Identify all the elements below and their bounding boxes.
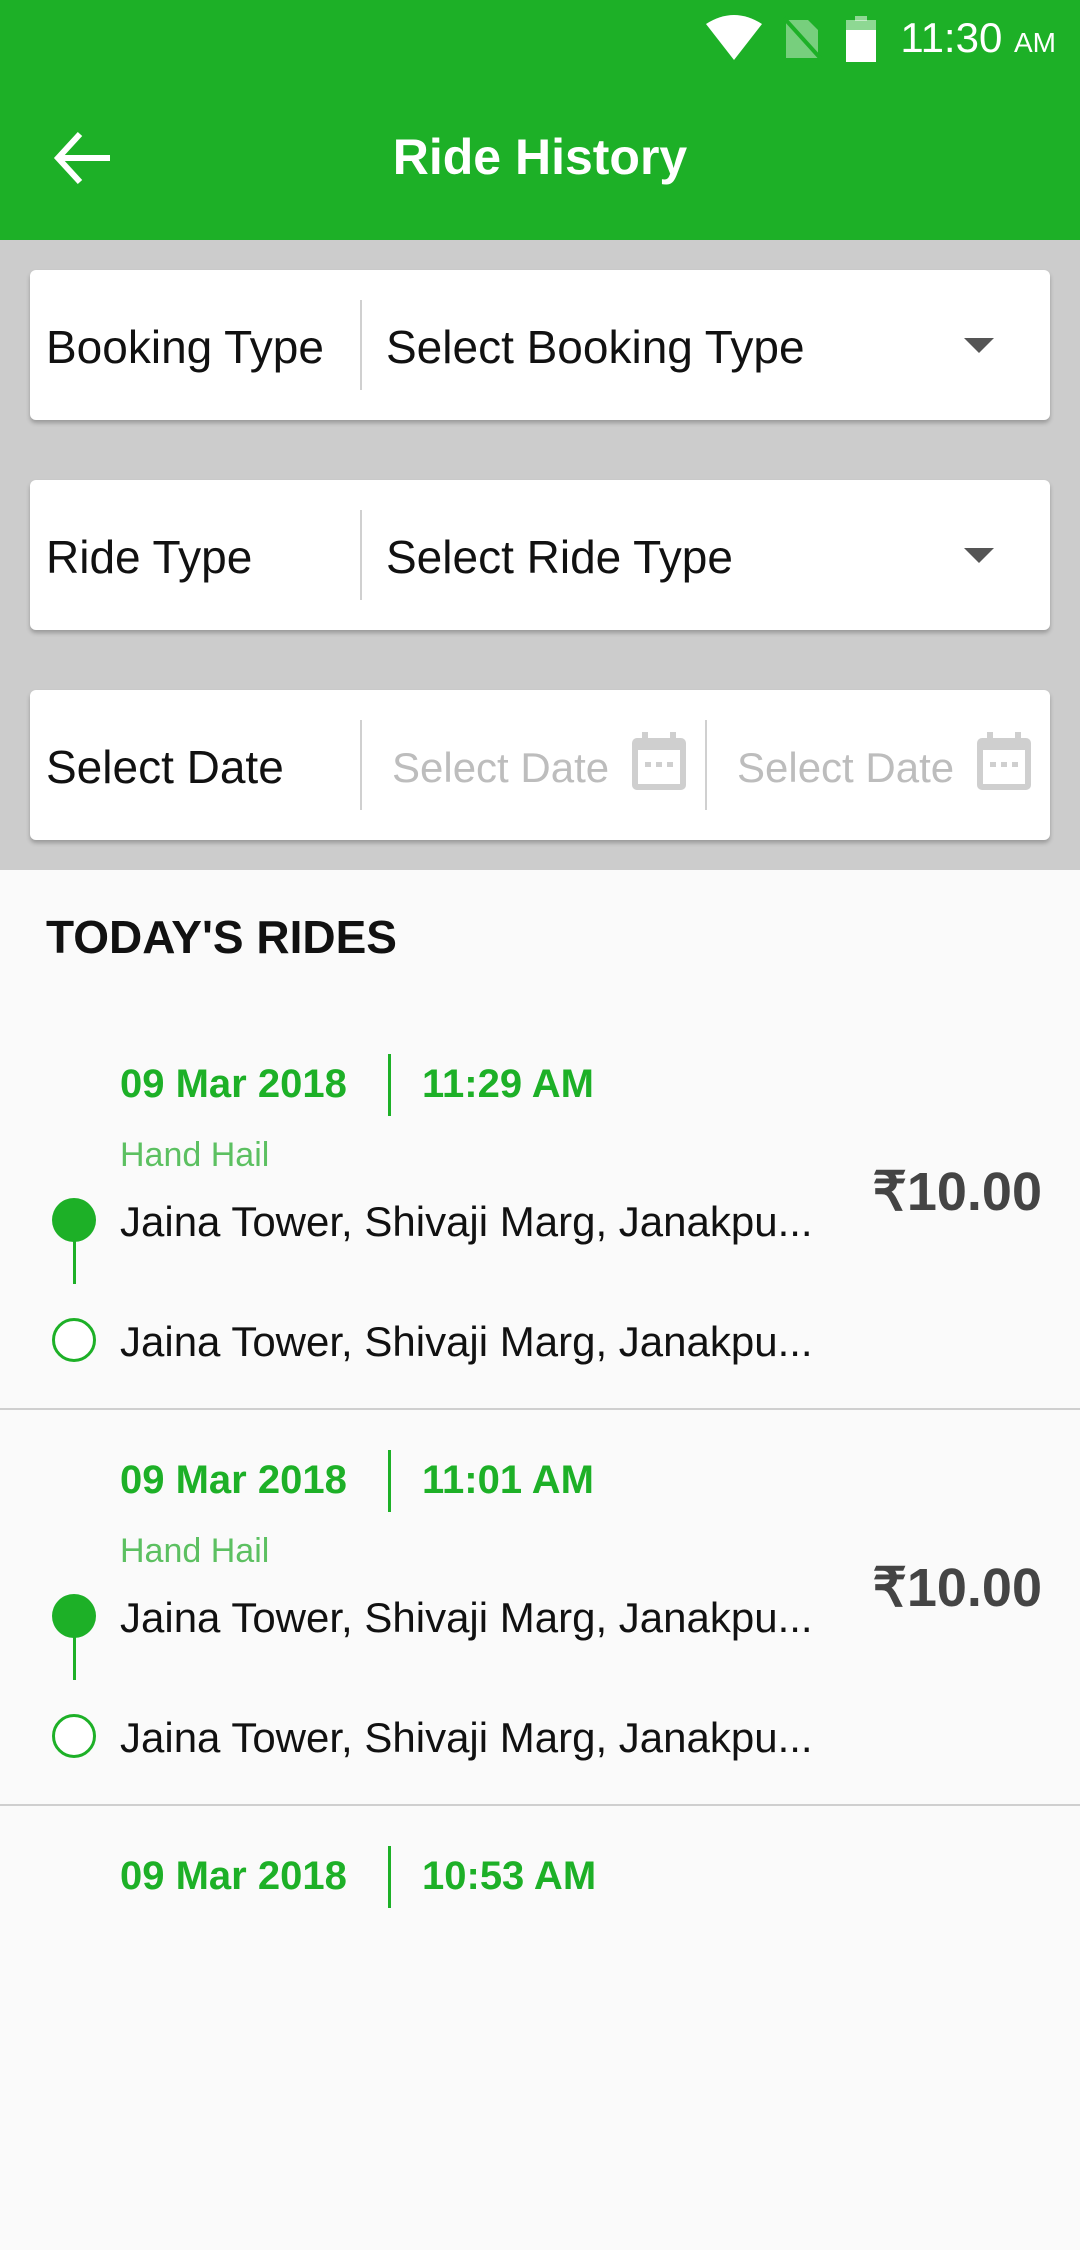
booking-type-dropdown[interactable]: Booking Type Select Booking Type <box>30 270 1050 420</box>
wifi-icon <box>706 15 762 60</box>
route-line <box>73 1634 76 1680</box>
drop-address: Jaina Tower, Shivaji Marg, Janakpu... <box>120 1318 813 1365</box>
ride-time: 10:53 AM <box>422 1854 597 1898</box>
ride-type-label: Ride Type <box>46 531 253 583</box>
ride-item[interactable]: 09 Mar 2018 10:53 AM <box>0 1846 1080 2250</box>
ride-fare: ₹10.00 <box>872 1162 1043 1222</box>
page-title: Ride History <box>392 129 688 185</box>
ride-date: 09 Mar 2018 <box>120 1062 347 1106</box>
pickup-marker-icon <box>52 1594 96 1638</box>
app-bar: Ride History <box>0 80 1080 240</box>
ride-list: TODAY'S RIDES 09 Mar 2018 11:29 AM Hand … <box>0 870 1080 1920</box>
pickup-address: Jaina Tower, Shivaji Marg, Janakpu... <box>120 1198 813 1245</box>
pickup-marker-icon <box>52 1198 96 1242</box>
ride-item[interactable]: 09 Mar 2018 11:01 AM Hand Hail Jaina Tow… <box>0 1450 1080 1854</box>
ride-kind: Hand Hail <box>120 1136 270 1174</box>
caret-down-icon <box>964 338 994 353</box>
divider <box>360 300 362 390</box>
caret-down-icon <box>964 548 994 563</box>
no-sim-icon <box>782 16 822 60</box>
ride-type-dropdown[interactable]: Ride Type Select Ride Type <box>30 480 1050 630</box>
divider <box>360 720 362 810</box>
ride-date: 09 Mar 2018 <box>120 1458 347 1502</box>
ride-time: 11:01 AM <box>422 1458 594 1502</box>
ride-fare: ₹10.00 <box>872 1558 1043 1618</box>
drop-marker-icon <box>52 1318 96 1362</box>
battery-icon <box>846 16 876 62</box>
divider <box>705 720 707 810</box>
ride-time: 11:29 AM <box>422 1062 594 1106</box>
status-time: 11:30 AM <box>900 14 1056 61</box>
calendar-icon[interactable] <box>632 732 686 790</box>
divider <box>0 1408 1080 1410</box>
drop-address: Jaina Tower, Shivaji Marg, Janakpu... <box>120 1714 813 1761</box>
ride-type-value: Select Ride Type <box>386 531 733 583</box>
calendar-icon[interactable] <box>977 732 1031 790</box>
divider <box>360 510 362 600</box>
filter-panel: Booking Type Select Booking Type Ride Ty… <box>0 240 1080 870</box>
ride-date: 09 Mar 2018 <box>120 1854 347 1898</box>
ride-item[interactable]: 09 Mar 2018 11:29 AM Hand Hail Jaina Tow… <box>0 1054 1080 1458</box>
status-bar: 11:30 AM <box>0 0 1080 80</box>
divider <box>0 1804 1080 1806</box>
booking-type-label: Booking Type <box>46 321 324 373</box>
divider <box>388 1054 391 1116</box>
to-date-input[interactable]: Select Date <box>737 744 954 792</box>
date-filter: Select Date Select Date Select Date <box>30 690 1050 840</box>
divider <box>388 1450 391 1512</box>
section-title: TODAY'S RIDES <box>46 911 397 963</box>
from-date-input[interactable]: Select Date <box>392 744 609 792</box>
route-line <box>73 1238 76 1284</box>
date-label: Select Date <box>46 741 284 793</box>
drop-marker-icon <box>52 1714 96 1758</box>
ride-kind: Hand Hail <box>120 1532 270 1570</box>
booking-type-value: Select Booking Type <box>386 321 805 373</box>
pickup-address: Jaina Tower, Shivaji Marg, Janakpu... <box>120 1594 813 1641</box>
divider <box>388 1846 391 1908</box>
